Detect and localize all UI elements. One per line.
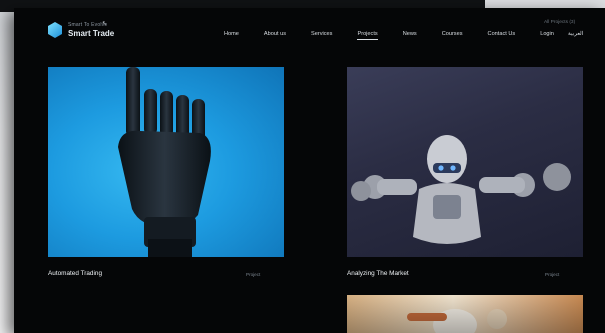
nav-login[interactable]: Login [540,31,554,37]
nav-contact-us[interactable]: Contact Us [488,31,516,37]
robot-figure-illustration [351,135,571,244]
project-title[interactable]: Automated Trading [48,270,102,277]
robotic-hand-illustration [118,67,211,257]
brand-name: Smart Trade [68,28,115,38]
project-tag: Project [246,272,261,277]
nav-news[interactable]: News [403,31,417,37]
site-header: Smart To Evolve Smart Trade ↖ Home About… [14,8,605,58]
project-tag: Project [545,272,560,277]
bottom-fade-overlay [14,293,605,333]
nav-services[interactable]: Services [311,31,332,37]
all-projects-link[interactable]: All Projects (3) [544,20,575,25]
nav-projects[interactable]: Projects [357,31,378,40]
website-screen: Smart To Evolve Smart Trade ↖ Home About… [14,8,605,333]
project-card-analyzing-the-market[interactable]: Analyzing The Market Project [347,67,583,287]
brand-tagline: Smart To Evolve [68,21,108,28]
project-title[interactable]: Analyzing The Market [347,270,409,277]
main-nav: Home About us Services Projects News Cou… [224,31,579,40]
nav-home[interactable]: Home [224,31,239,37]
language-switch[interactable]: العربية [568,31,583,37]
cube-logo-icon [48,22,62,38]
nav-about-us[interactable]: About us [264,31,286,37]
nav-courses[interactable]: Courses [442,31,463,37]
robotic-hand-image[interactable] [48,67,284,257]
project-card-automated-trading[interactable]: Automated Trading Project [48,67,284,287]
cursor-icon: ↖ [102,21,108,27]
brand-text: Smart To Evolve Smart Trade [68,21,115,38]
robot-figure-image[interactable] [347,67,583,257]
